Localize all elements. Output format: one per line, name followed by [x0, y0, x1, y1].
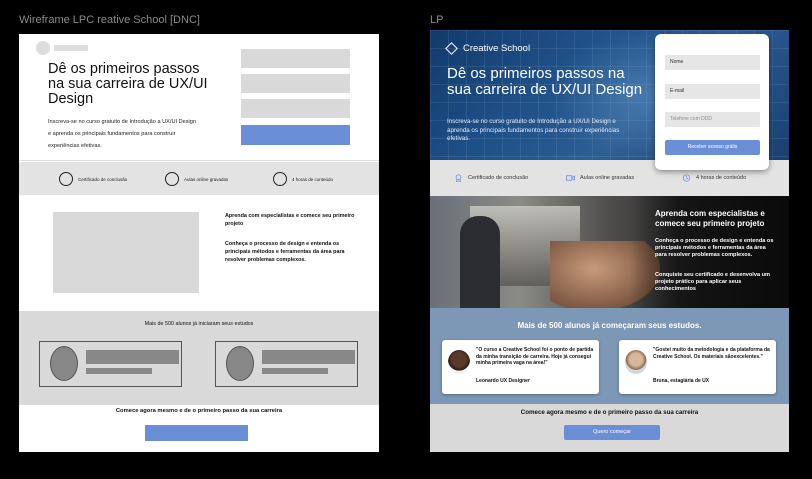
wf-quote-placeholder: [86, 350, 179, 364]
wf-badge: Certificado de conclusão: [59, 172, 127, 186]
wf-logo-text-placeholder: [54, 45, 88, 51]
avatar: [625, 350, 647, 374]
brand-name: Creative School: [463, 43, 531, 54]
lp-testimonials-title: Mais de 500 alunos já começaram seus est…: [517, 321, 702, 330]
wf-testimonials-section: Mais de 500 alunos já iniciaram seus est…: [19, 311, 379, 405]
wf-form-button: [241, 125, 350, 145]
wf-avatar-placeholder: [226, 346, 254, 381]
lp-badge-online: Aulas online gravadas: [566, 174, 634, 182]
wf-badge-label: Certificado de conclusão: [78, 176, 128, 182]
wf-logo-placeholder: [36, 41, 50, 55]
lp-frame[interactable]: Creative School Dê os primeiros passos n…: [430, 30, 789, 452]
lp-hero-subtitle: Inscreva-se no curso gratuito de Introdu…: [447, 118, 620, 142]
wireframe-frame[interactable]: Dê os primeiros passos na sua carreira d…: [19, 34, 379, 452]
wf-hero-subtitle: Inscreva-se no curso gratuito de Introdu…: [48, 119, 196, 149]
lp-frame-label[interactable]: LP: [430, 14, 443, 26]
lp-feature-text-1: Conheça o processo de design e entenda o…: [655, 238, 774, 258]
wf-feature-text: Conheça o processo de design e entenda o…: [225, 241, 345, 263]
testimonial-author: Bruna, estagiária de UX: [653, 378, 710, 384]
testimonial-author: Leonardo UX Designer: [476, 378, 530, 384]
wf-quote-placeholder: [262, 350, 355, 364]
wf-badge-circle-icon: [59, 172, 73, 186]
lp-feature-heading: Aprenda com especialistas e comece seu p…: [655, 209, 765, 228]
wf-form-field-1: [241, 49, 350, 68]
wf-badges-strip: Certificado de conclusão Aulas online gr…: [19, 162, 379, 195]
wf-testimonial-card: [39, 341, 182, 387]
wf-badge-label: Aulas online gravadas: [184, 176, 229, 182]
certificate-icon: [455, 174, 462, 182]
signup-form: Nome E-mail Telefone com DDD Receber ace…: [655, 34, 769, 170]
brand-logo[interactable]: Creative School: [445, 42, 531, 55]
lp-badge-certificate: Certificado de conclusão: [454, 174, 528, 182]
wf-avatar-placeholder: [50, 346, 78, 381]
lp-badge-hours: 4 horas de conteúdo: [682, 174, 746, 182]
lp-cta-text: Comece agora mesmo e de o primeiro passo…: [520, 409, 699, 416]
lp-feature-text-2: Conquiste seu certificado e desenvolva u…: [655, 272, 771, 292]
testimonial-quote: "Gostei muito da metodologia e da plataf…: [653, 347, 770, 360]
wf-cta-section: Comece agora mesmo e de o primeiro passo…: [19, 405, 379, 452]
wf-hero-section: Dê os primeiros passos na sua carreira d…: [19, 34, 379, 161]
wf-testimonials-title: Mais de 500 alunos já iniciaram seus est…: [144, 321, 254, 327]
instructor-photo: [460, 216, 500, 308]
name-field[interactable]: Nome: [665, 55, 760, 70]
wf-form-field-2: [241, 74, 350, 93]
email-field[interactable]: E-mail: [665, 84, 760, 99]
wireframe-frame-label[interactable]: Wireframe LPC reative School [DNC]: [19, 14, 200, 26]
testimonial-quote: "O curso a Creative School foi o ponto d…: [476, 347, 594, 366]
wf-cta-button: [145, 425, 248, 441]
wf-cta-text: Comece agora mesmo e de o primeiro passo…: [115, 408, 283, 414]
design-canvas: Wireframe LPC reative School [DNC] LP Dê…: [0, 0, 812, 479]
clock-icon: [682, 174, 691, 182]
wf-badge-circle-icon: [165, 172, 179, 186]
wf-badge: 4 horas de conteúdo: [273, 172, 333, 186]
lp-hero-title: Dê os primeiros passos na sua carreira d…: [447, 65, 643, 98]
wf-feature-section: Aprenda com especialistas e comece seu p…: [19, 195, 379, 311]
wf-badge: Aulas online gravadas: [165, 172, 228, 186]
lp-feature-section: Aprenda com especialistas e comece seu p…: [430, 196, 789, 308]
wf-feature-heading: Aprenda com especialistas e comece seu p…: [225, 213, 355, 227]
wf-testimonial-card: [215, 341, 358, 387]
lp-cta-section: Comece agora mesmo e de o primeiro passo…: [430, 404, 789, 452]
phone-field[interactable]: Telefone com DDD: [665, 112, 760, 127]
video-camera-icon: [566, 175, 575, 181]
lp-badge-label: 4 horas de conteúdo: [696, 175, 747, 181]
start-now-button[interactable]: Quero começar: [564, 425, 660, 440]
wf-author-placeholder: [86, 368, 152, 374]
testimonial-card: "Gostei muito da metodologia e da plataf…: [619, 340, 776, 394]
wf-image-placeholder: [53, 212, 199, 293]
wf-author-placeholder: [262, 368, 328, 374]
wf-badge-label: 4 horas de conteúdo: [292, 176, 334, 182]
diamond-logo-icon: [445, 42, 458, 55]
lp-testimonials-section: Mais de 500 alunos já começaram seus est…: [430, 308, 789, 404]
lp-badge-label: Aulas online gravadas: [580, 175, 635, 181]
wf-form-field-3: [241, 99, 350, 118]
lp-badge-label: Certificado de conclusão: [468, 175, 529, 181]
testimonial-card: "O curso a Creative School foi o ponto d…: [442, 340, 599, 394]
wf-badge-circle-icon: [273, 172, 287, 186]
get-free-access-button[interactable]: Receber acesso grátis: [665, 140, 760, 155]
avatar: [448, 350, 470, 374]
wf-hero-title: Dê os primeiros passos na sua carreira d…: [48, 61, 208, 107]
